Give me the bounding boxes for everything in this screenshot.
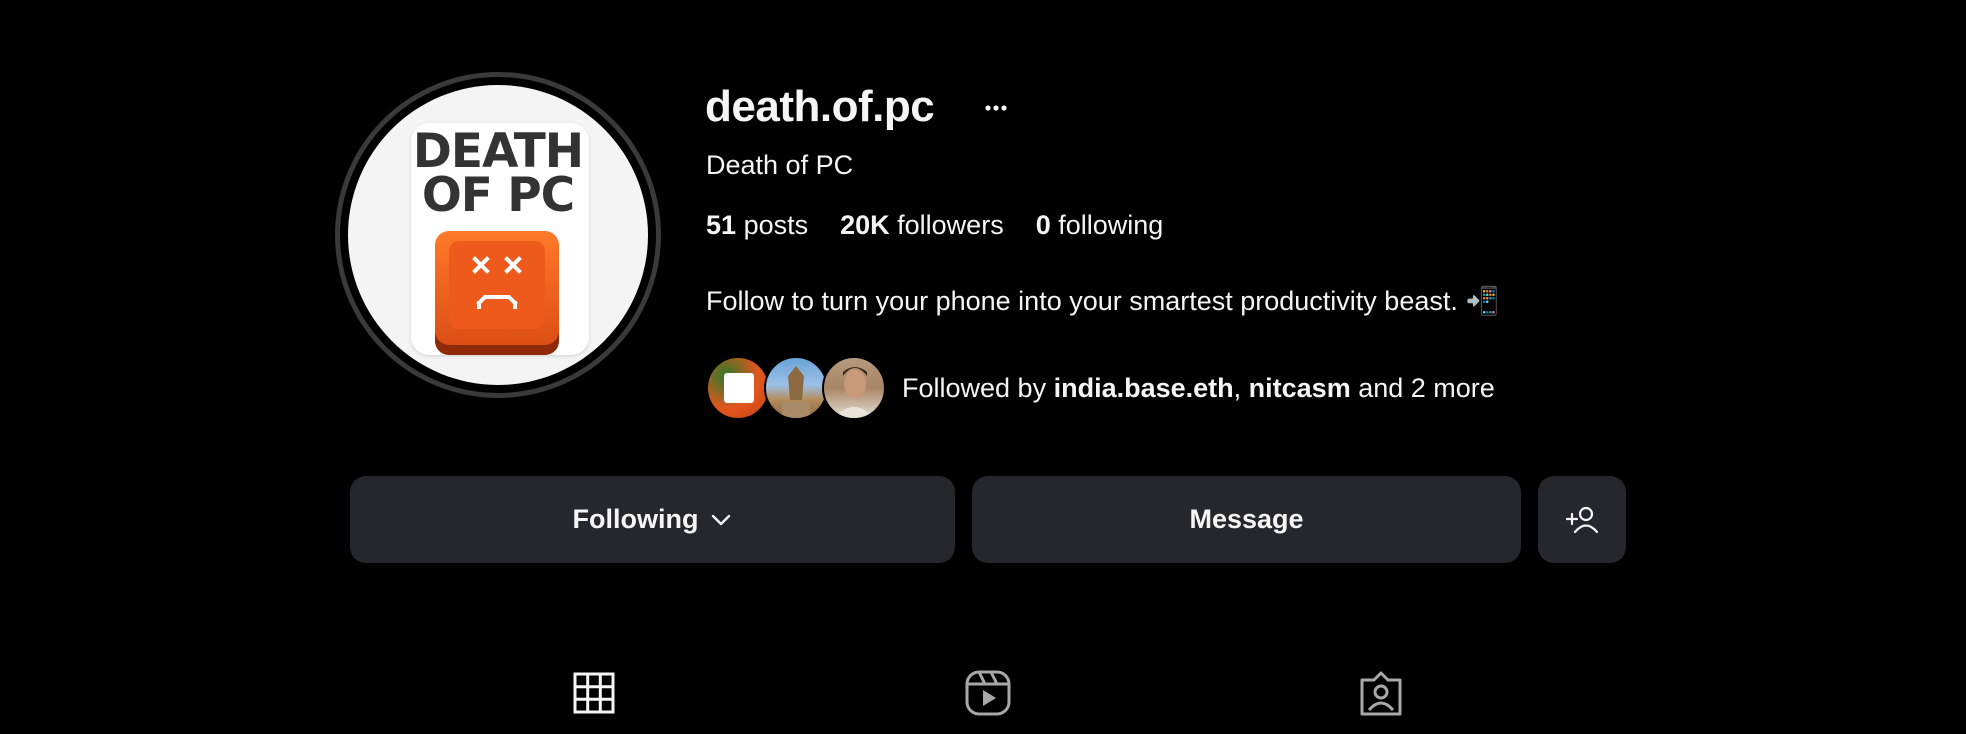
- profile-page: DEATH OF PC death.of.pc Death of PC 51 p…: [0, 0, 1966, 734]
- followers-label: followers: [897, 210, 1004, 240]
- followers-count: 20K: [840, 210, 890, 240]
- add-user-icon: [1565, 506, 1599, 533]
- following-label: following: [1058, 210, 1164, 240]
- chevron-down-icon: [712, 514, 731, 525]
- mutual-avatar: [706, 356, 770, 420]
- mutual-user-2[interactable]: nitcasm: [1249, 373, 1351, 403]
- stat-following[interactable]: 0 following: [1036, 210, 1164, 241]
- reels-icon: [965, 670, 1011, 716]
- avatar-image: DEATH OF PC: [348, 85, 648, 385]
- posts-count: 51: [706, 210, 737, 240]
- grid-icon: [573, 672, 615, 714]
- mutual-avatar: [764, 356, 828, 420]
- profile-username: death.of.pc: [705, 82, 935, 131]
- stat-posts: 51 posts: [706, 210, 808, 241]
- posts-label: posts: [743, 210, 809, 240]
- followed-by-suffix[interactable]: and 2 more: [1351, 373, 1495, 403]
- followed-by-row[interactable]: Followed by india.base.eth, nitcasm and …: [706, 356, 1495, 420]
- mutual-user-1[interactable]: india.base.eth: [1054, 373, 1234, 403]
- stat-followers[interactable]: 20K followers: [840, 210, 1004, 241]
- suggest-users-button[interactable]: [1538, 476, 1626, 563]
- phone-emoji-icon: 📲: [1465, 286, 1500, 316]
- profile-avatar[interactable]: DEATH OF PC: [335, 72, 661, 398]
- tab-reels[interactable]: [963, 668, 1013, 718]
- profile-bio: Follow to turn your phone into your smar…: [706, 285, 1500, 317]
- sad-key-icon: [435, 231, 559, 355]
- following-button-label: Following: [572, 504, 699, 534]
- more-options-button[interactable]: [980, 88, 1012, 128]
- following-count: 0: [1035, 210, 1051, 240]
- logo-wordmark: DEATH OF PC: [412, 124, 584, 223]
- followed-by-prefix: Followed by: [902, 372, 1054, 403]
- mutual-avatars: [706, 356, 886, 420]
- following-button[interactable]: Following: [350, 476, 955, 563]
- followed-by-text: Followed by india.base.eth, nitcasm and …: [902, 373, 1495, 404]
- profile-full-name: Death of PC: [706, 150, 854, 180]
- tab-posts[interactable]: [569, 668, 619, 718]
- message-button[interactable]: Message: [972, 476, 1521, 563]
- mutual-avatar: [822, 356, 886, 420]
- bio-text: Follow to turn your phone into your smar…: [706, 285, 1458, 316]
- tagged-icon: [1360, 671, 1402, 716]
- tab-tagged[interactable]: [1356, 668, 1406, 718]
- followed-by-separator: ,: [1233, 372, 1249, 403]
- profile-stats: 51 posts 20K followers 0 following: [706, 210, 1163, 241]
- message-button-label: Message: [1189, 504, 1304, 534]
- ellipsis-icon: [985, 105, 1007, 111]
